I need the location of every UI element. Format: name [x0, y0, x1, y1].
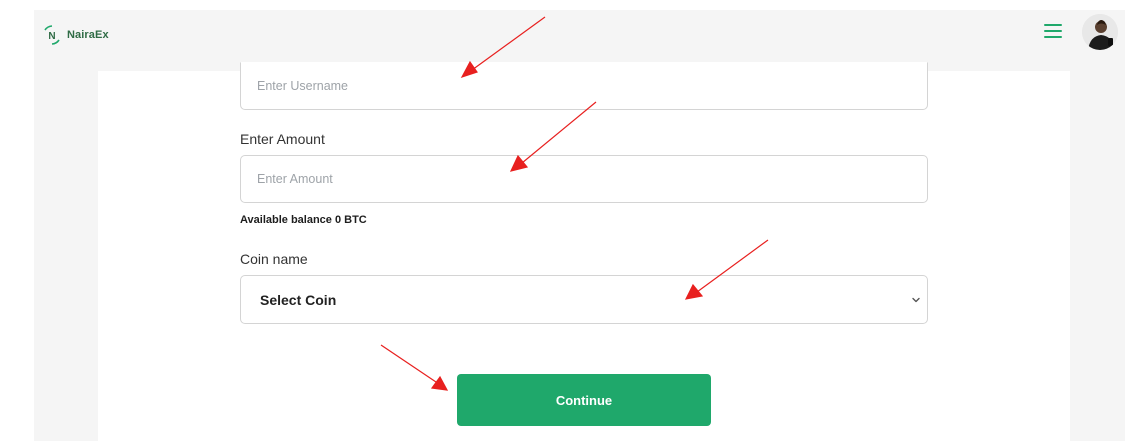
- brand-name: NairaEx: [67, 29, 109, 41]
- coin-select-value: Select Coin: [260, 292, 337, 308]
- coin-name-label: Coin name: [240, 251, 308, 267]
- user-avatar[interactable]: [1082, 14, 1118, 50]
- hamburger-menu-icon[interactable]: [1044, 24, 1062, 40]
- amount-label: Enter Amount: [240, 131, 325, 147]
- avatar-person-icon: [1082, 14, 1118, 50]
- coin-select[interactable]: Select Coin: [240, 275, 928, 324]
- available-balance-text: Available balance 0 BTC: [240, 214, 367, 226]
- brand-mark-text: N: [48, 31, 55, 42]
- top-header: N NairaEx: [34, 10, 1125, 60]
- brand-logo-icon: N: [44, 25, 60, 45]
- brand-logo[interactable]: N NairaEx: [40, 23, 109, 47]
- username-input[interactable]: [240, 62, 928, 110]
- amount-input[interactable]: [240, 155, 928, 203]
- chevron-down-icon: [912, 297, 920, 303]
- continue-button[interactable]: Continue: [457, 374, 711, 426]
